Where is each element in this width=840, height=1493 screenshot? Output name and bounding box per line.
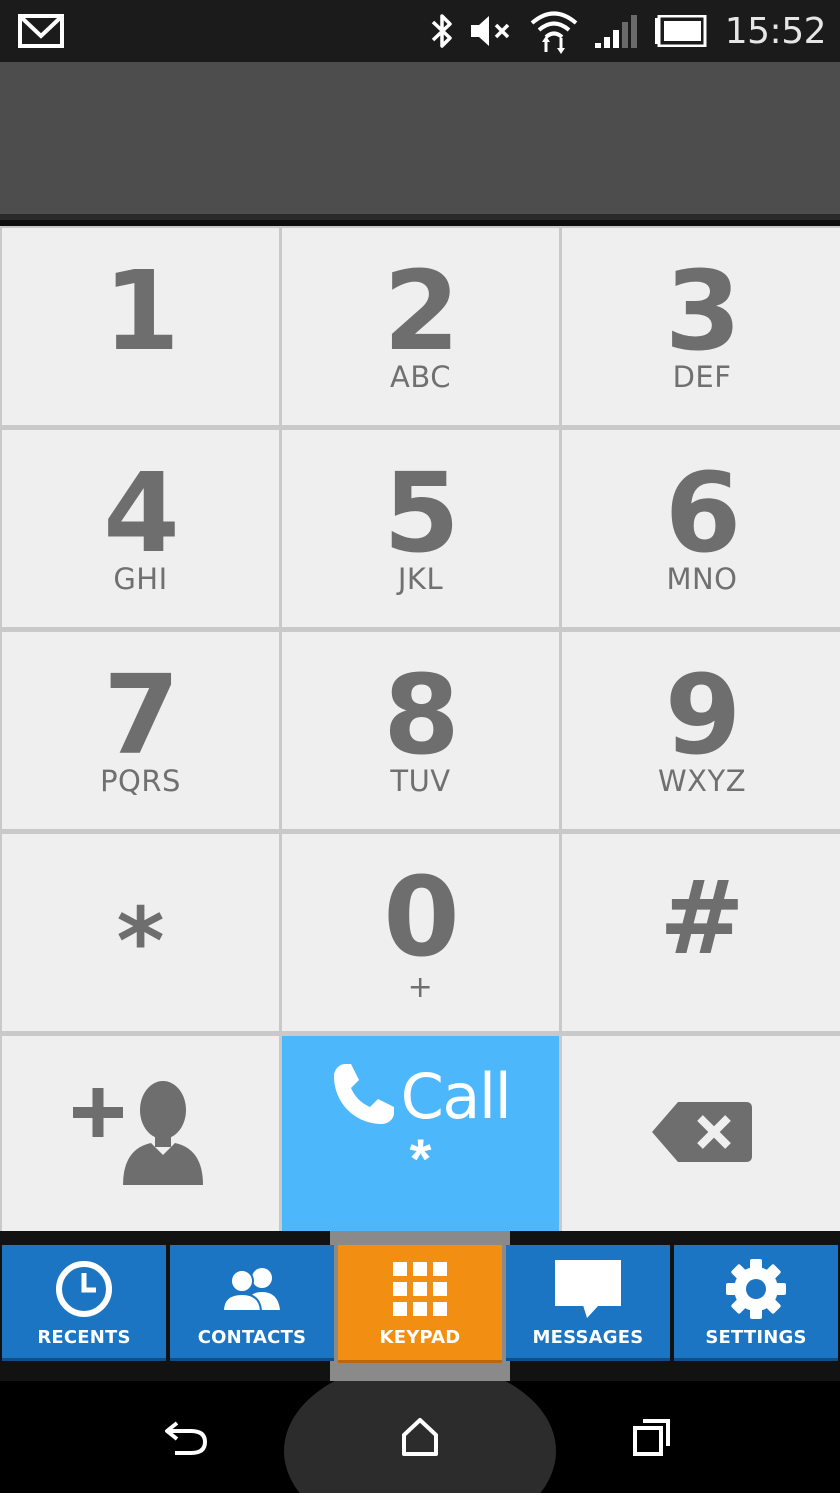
key-letters: + <box>407 970 434 1005</box>
key-letters: ABC <box>390 360 451 394</box>
recent-apps-button[interactable] <box>622 1411 682 1467</box>
key-digit: 3 <box>664 247 742 375</box>
tab-label: CONTACTS <box>197 1327 307 1348</box>
key-letters: GHI <box>113 562 168 596</box>
clock-time: 15:52 <box>724 10 827 52</box>
recent-apps-icon <box>632 1417 672 1462</box>
key-letters: JKL <box>397 562 444 596</box>
key-letters: TUV <box>390 764 451 798</box>
key-1[interactable]: 1 <box>2 228 279 425</box>
key-digit: 7 <box>103 651 180 779</box>
key-9[interactable]: 9 WXYZ <box>562 632 840 829</box>
key-7[interactable]: 7 PQRS <box>2 632 279 829</box>
key-8[interactable]: 8 TUV <box>282 632 559 829</box>
people-icon <box>222 1259 282 1319</box>
key-digit: # <box>659 859 745 978</box>
key-letters: MNO <box>666 562 738 596</box>
home-icon <box>400 1417 440 1462</box>
key-5[interactable]: 5 JKL <box>282 430 559 627</box>
phone-icon <box>331 1061 397 1132</box>
message-bubble-icon <box>553 1259 623 1319</box>
backspace-icon <box>650 1100 754 1169</box>
signal-icon <box>593 13 639 49</box>
key-letters: PQRS <box>100 764 181 798</box>
tab-contacts[interactable]: CONTACTS <box>170 1245 334 1361</box>
call-button[interactable]: Call * <box>282 1036 559 1233</box>
status-bar: 15:52 <box>0 0 840 62</box>
tab-label: MESSAGES <box>532 1327 644 1348</box>
back-button[interactable] <box>156 1411 216 1467</box>
tab-recents[interactable]: RECENTS <box>2 1245 166 1361</box>
tab-messages[interactable]: MESSAGES <box>506 1245 670 1361</box>
key-digit: * <box>116 888 165 995</box>
call-sub-symbol: * <box>409 1127 432 1190</box>
key-0[interactable]: 0 + <box>282 834 559 1031</box>
bottom-tab-bar: RECENTS CONTACTS KEYPAD MESSAGES SETTING… <box>0 1231 840 1381</box>
key-hash[interactable]: # <box>562 834 840 1031</box>
key-digit: 2 <box>383 247 460 375</box>
clock-icon <box>54 1259 114 1319</box>
key-6[interactable]: 6 MNO <box>562 430 840 627</box>
key-digit: 1 <box>103 247 180 375</box>
tab-label: SETTINGS <box>705 1327 807 1348</box>
key-digit: 9 <box>664 651 742 779</box>
key-2[interactable]: 2 ABC <box>282 228 559 425</box>
battery-icon <box>653 15 707 47</box>
key-digit: 6 <box>664 449 742 577</box>
call-label: Call <box>400 1060 512 1133</box>
key-digit: 5 <box>383 449 460 577</box>
gear-icon <box>725 1259 787 1319</box>
volume-muted-icon <box>469 13 515 49</box>
call-row: Call <box>331 1060 512 1133</box>
gmail-icon <box>18 14 64 48</box>
key-letters: WXYZ <box>657 764 747 798</box>
add-contact-button[interactable] <box>2 1036 279 1233</box>
key-4[interactable]: 4 GHI <box>2 430 279 627</box>
system-nav-bar <box>0 1381 840 1493</box>
key-star[interactable]: * <box>2 834 279 1031</box>
bluetooth-icon <box>429 11 455 51</box>
key-digit: 0 <box>383 853 460 981</box>
number-display[interactable] <box>0 62 840 220</box>
tab-keypad[interactable]: KEYPAD <box>338 1245 502 1363</box>
keypad-grid-icon <box>393 1259 447 1319</box>
back-icon <box>163 1417 209 1462</box>
key-digit: 8 <box>383 651 460 779</box>
dial-keypad: 1 2 ABC 3 DEF 4 GHI 5 JKL 6 MNO 7 PQRS 8… <box>0 226 840 1233</box>
key-digit: 4 <box>103 449 180 577</box>
backspace-button[interactable] <box>562 1036 840 1233</box>
key-3[interactable]: 3 DEF <box>562 228 840 425</box>
tab-label: KEYPAD <box>379 1327 461 1348</box>
add-contact-icon <box>71 1077 211 1192</box>
tab-settings[interactable]: SETTINGS <box>674 1245 838 1361</box>
wifi-icon <box>529 8 579 54</box>
home-button[interactable] <box>390 1411 450 1467</box>
tab-label: RECENTS <box>37 1327 131 1348</box>
key-letters: DEF <box>672 360 732 394</box>
